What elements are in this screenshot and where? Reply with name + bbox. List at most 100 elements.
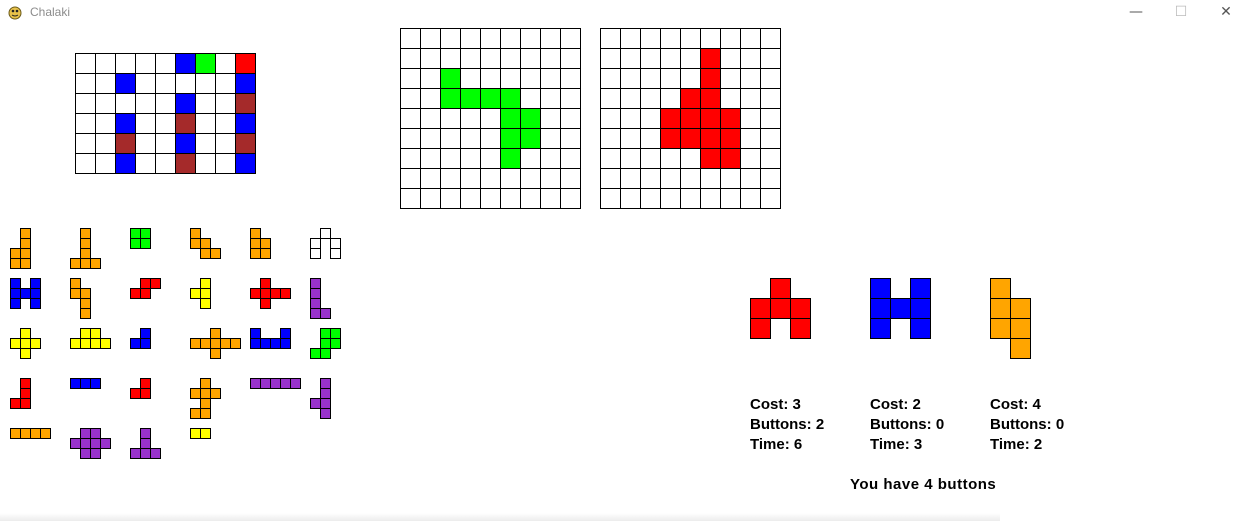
inventory-piece-cell[interactable] — [140, 388, 151, 399]
board-cell[interactable] — [95, 113, 116, 134]
inventory-piece-cell[interactable] — [260, 338, 271, 349]
board-cell[interactable] — [215, 113, 236, 134]
inventory-piece-cell[interactable] — [140, 438, 151, 449]
inventory-piece-cell[interactable] — [310, 308, 321, 319]
inventory-piece-cell[interactable] — [190, 428, 201, 439]
inventory-piece-cell[interactable] — [100, 338, 111, 349]
inventory-piece-cell[interactable] — [20, 398, 31, 409]
inventory-piece-cell[interactable] — [320, 408, 331, 419]
board-cell[interactable] — [135, 93, 156, 114]
board-cell[interactable] — [115, 93, 136, 114]
choice-piece-3-cell[interactable] — [1010, 338, 1031, 359]
inventory-piece-cell[interactable] — [20, 338, 31, 349]
board-cell[interactable] — [195, 113, 216, 134]
board-cell[interactable] — [195, 93, 216, 114]
inventory-piece-cell[interactable] — [320, 328, 331, 339]
board-cell[interactable] — [155, 93, 176, 114]
board-cell[interactable] — [195, 153, 216, 174]
inventory-piece-cell[interactable] — [210, 388, 221, 399]
board-cell[interactable] — [155, 73, 176, 94]
inventory-piece-cell[interactable] — [10, 248, 21, 259]
board-cell-filled[interactable] — [175, 53, 196, 74]
inventory-piece-cell[interactable] — [260, 278, 271, 289]
inventory-piece-cell[interactable] — [40, 428, 51, 439]
inventory-piece-cell[interactable] — [70, 338, 81, 349]
inventory-piece-cell[interactable] — [250, 248, 261, 259]
board-cell-filled[interactable] — [175, 133, 196, 154]
inventory-piece-cell[interactable] — [320, 398, 331, 409]
inventory-piece-cell[interactable] — [200, 278, 211, 289]
board-cell-filled[interactable] — [175, 113, 196, 134]
inventory-piece-cell[interactable] — [250, 238, 261, 249]
inventory-piece-cell[interactable] — [250, 378, 261, 389]
inventory-piece-cell[interactable] — [310, 278, 321, 289]
inventory-piece-cell[interactable] — [260, 378, 271, 389]
inventory-piece-cell[interactable] — [30, 298, 41, 309]
inventory-piece-cell[interactable] — [20, 238, 31, 249]
choice-piece-2-cell[interactable] — [910, 318, 931, 339]
inventory-piece-cell[interactable] — [190, 288, 201, 299]
inventory-piece-cell[interactable] — [30, 428, 41, 439]
game-canvas[interactable] — [0, 0, 1248, 521]
inventory-piece-cell[interactable] — [140, 238, 151, 249]
board-cell[interactable] — [175, 73, 196, 94]
inventory-piece-cell[interactable] — [10, 298, 21, 309]
inventory-piece-cell[interactable] — [90, 338, 101, 349]
inventory-piece-cell[interactable] — [200, 248, 211, 259]
board-cell-filled[interactable] — [235, 53, 256, 74]
inventory-piece-cell[interactable] — [310, 398, 321, 409]
inventory-piece-cell[interactable] — [190, 388, 201, 399]
choice-piece-1-cell[interactable] — [750, 298, 771, 319]
inventory-piece-cell[interactable] — [250, 328, 261, 339]
inventory-piece-cell[interactable] — [200, 298, 211, 309]
inventory-piece-cell[interactable] — [260, 248, 271, 259]
inventory-piece-cell[interactable] — [20, 328, 31, 339]
board-cell[interactable] — [215, 53, 236, 74]
inventory-piece-cell[interactable] — [190, 338, 201, 349]
board-cell[interactable] — [215, 133, 236, 154]
inventory-piece-cell[interactable] — [250, 288, 261, 299]
inventory-piece-cell[interactable] — [190, 238, 201, 249]
board-cell[interactable] — [95, 93, 116, 114]
choice-piece-1-cell[interactable] — [790, 298, 811, 319]
inventory-piece-cell[interactable] — [80, 248, 91, 259]
board-cell[interactable] — [135, 73, 156, 94]
inventory-piece-cell[interactable] — [230, 338, 241, 349]
board-cell[interactable] — [195, 73, 216, 94]
inventory-piece-cell[interactable] — [270, 378, 281, 389]
inventory-piece-cell[interactable] — [200, 288, 211, 299]
board-cell[interactable] — [135, 53, 156, 74]
inventory-piece-cell[interactable] — [140, 278, 151, 289]
inventory-piece-cell[interactable] — [150, 278, 161, 289]
inventory-piece-cell[interactable] — [200, 338, 211, 349]
inventory-piece-cell[interactable] — [280, 378, 291, 389]
inventory-piece-cell[interactable] — [10, 428, 21, 439]
inventory-piece-cell[interactable] — [200, 428, 211, 439]
inventory-piece-cell[interactable] — [320, 228, 331, 239]
inventory-piece-cell[interactable] — [20, 258, 31, 269]
board-cell-filled[interactable] — [235, 113, 256, 134]
inventory-piece-cell[interactable] — [330, 328, 341, 339]
inventory-piece-cell[interactable] — [70, 278, 81, 289]
inventory-piece-cell[interactable] — [80, 288, 91, 299]
inventory-piece-cell[interactable] — [140, 448, 151, 459]
inventory-piece-cell[interactable] — [260, 238, 271, 249]
board-cell[interactable] — [215, 93, 236, 114]
inventory-piece-cell[interactable] — [320, 388, 331, 399]
inventory-piece-cell[interactable] — [20, 428, 31, 439]
inventory-piece-cell[interactable] — [90, 258, 101, 269]
inventory-piece-cell[interactable] — [200, 408, 211, 419]
inventory-piece-cell[interactable] — [80, 228, 91, 239]
board-cell[interactable] — [135, 153, 156, 174]
board-cell[interactable] — [75, 153, 96, 174]
inventory-piece-cell[interactable] — [80, 338, 91, 349]
inventory-piece-cell[interactable] — [80, 428, 91, 439]
inventory-piece-cell[interactable] — [90, 438, 101, 449]
inventory-piece-cell[interactable] — [220, 338, 231, 349]
inventory-piece-cell[interactable] — [70, 438, 81, 449]
board-cell[interactable] — [215, 73, 236, 94]
inventory-piece-cell[interactable] — [140, 288, 151, 299]
inventory-piece-cell[interactable] — [70, 258, 81, 269]
inventory-piece-cell[interactable] — [80, 258, 91, 269]
choice-piece-1-cell[interactable] — [790, 318, 811, 339]
